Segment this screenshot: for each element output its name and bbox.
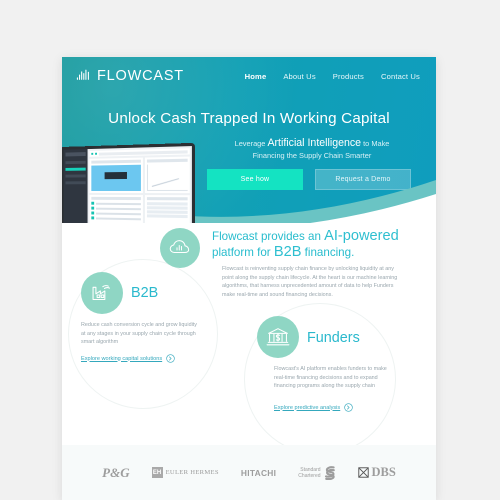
dashboard-table-row bbox=[89, 194, 190, 223]
dashboard-sidebar bbox=[63, 149, 88, 223]
dashboard-bar-chart-card bbox=[89, 157, 143, 194]
brand-logo[interactable]: FLOWCAST bbox=[76, 68, 184, 85]
list-line bbox=[96, 212, 141, 215]
table-row bbox=[146, 210, 188, 214]
card-header bbox=[91, 196, 141, 201]
factory-glyph bbox=[92, 285, 111, 301]
card-header bbox=[146, 158, 188, 163]
line-chart bbox=[146, 163, 188, 191]
dashboard-screenshot bbox=[63, 146, 192, 223]
bar-chart bbox=[91, 164, 141, 191]
dashboard-sidebar-item-active bbox=[65, 167, 86, 171]
soundwave-icon bbox=[76, 69, 89, 80]
intro-heading-emphasis1: AI-powered bbox=[324, 228, 399, 244]
status-square-icon bbox=[91, 206, 95, 210]
card-header bbox=[146, 197, 188, 201]
hero-subheadline: Leverage Artificial Intelligence to Make… bbox=[208, 137, 416, 161]
dashboard-dot-icon bbox=[95, 152, 97, 155]
arrow-right-circle-icon bbox=[166, 354, 175, 363]
standard-chartered-mark-icon bbox=[324, 465, 335, 480]
hero-sub-lead: Leverage bbox=[234, 139, 268, 148]
nav-links: Home About Us Products Contact Us bbox=[245, 72, 420, 81]
list-line bbox=[96, 216, 141, 220]
partner-logo-bar: P&G EH EULER HERMES HITACHI Standard Cha… bbox=[62, 445, 436, 500]
sc-line2: Chartered bbox=[298, 472, 321, 479]
card-header bbox=[91, 159, 141, 164]
dashboard-table-card bbox=[144, 195, 190, 223]
hero-headline: Unlock Cash Trapped In Working Capital bbox=[108, 110, 390, 127]
list-line bbox=[96, 207, 141, 210]
dashboard-sidebar-logo bbox=[65, 152, 86, 157]
euler-hermes-logo-text: EULER HERMES bbox=[165, 469, 219, 476]
hero-sub-line2: Financing the Supply Chain Smarter bbox=[252, 150, 372, 160]
euler-hermes-mark-icon: EH bbox=[151, 467, 163, 478]
brand-name: FLOWCAST bbox=[97, 68, 184, 84]
cloud-analytics-icon bbox=[160, 228, 200, 268]
partner-logo-euler-hermes: EH EULER HERMES bbox=[151, 467, 219, 478]
hitachi-logo-text: HITACHI bbox=[240, 467, 277, 478]
hero-sub-tail: to Make bbox=[361, 139, 390, 148]
dashboard-main bbox=[87, 146, 192, 223]
dashboard-sidebar-item bbox=[65, 160, 86, 165]
dashboard-topbar bbox=[89, 148, 190, 157]
cloud-analytics-glyph bbox=[169, 240, 190, 254]
partner-logo-hitachi: HITACHI bbox=[241, 468, 276, 478]
table-row bbox=[146, 202, 188, 206]
table-row bbox=[146, 206, 188, 210]
dashboard-sidebar-item bbox=[65, 181, 86, 185]
standard-chartered-logo-text: Standard Chartered bbox=[298, 467, 320, 479]
intro-body-text: Flowcast is reinventing supply chain fin… bbox=[222, 266, 398, 298]
status-square-icon bbox=[91, 211, 95, 215]
dashboard-sidebar-item bbox=[65, 174, 86, 178]
intro-heading-part2: platform for bbox=[212, 245, 274, 259]
pg-logo-text: P&G bbox=[102, 464, 130, 480]
factory-icon bbox=[81, 272, 123, 314]
dashboard-search-bar bbox=[98, 149, 188, 156]
dbs-mark-icon bbox=[357, 467, 369, 478]
funders-link-label: Explore predictive analysis bbox=[274, 404, 341, 411]
funders-title: Funders bbox=[307, 330, 360, 346]
nav-item-products[interactable]: Products bbox=[333, 72, 364, 81]
sc-line1: Standard bbox=[300, 466, 321, 473]
partner-logo-dbs: DBS bbox=[357, 465, 396, 480]
landing-page-card: FLOWCAST Home About Us Products Contact … bbox=[62, 57, 436, 500]
funders-explore-link[interactable]: Explore predictive analysis bbox=[274, 403, 353, 412]
bank-dollar-glyph bbox=[266, 328, 290, 346]
nav-item-home[interactable]: Home bbox=[245, 72, 267, 81]
list-item bbox=[91, 211, 141, 216]
list-item bbox=[91, 216, 141, 220]
status-square-icon bbox=[91, 201, 95, 205]
nav-item-about-us[interactable]: About Us bbox=[283, 72, 315, 81]
dbs-logo-text: DBS bbox=[371, 465, 396, 479]
funders-body-text: Flowcast's AI platform enables funders t… bbox=[274, 366, 387, 390]
table-row bbox=[146, 214, 188, 218]
top-navigation-bar: FLOWCAST Home About Us Products Contact … bbox=[62, 57, 436, 95]
b2b-explore-link[interactable]: Explore working capital solutions bbox=[81, 354, 175, 363]
hero-section: FLOWCAST Home About Us Products Contact … bbox=[62, 57, 436, 223]
b2b-title: B2B bbox=[131, 285, 159, 301]
arrow-right-circle-icon bbox=[344, 403, 353, 412]
laptop-mockup bbox=[62, 142, 205, 223]
hero-sub-emphasis: Artificial Intelligence bbox=[267, 137, 362, 149]
b2b-body-text: Reduce cash conversion cycle and grow li… bbox=[81, 322, 197, 346]
list-line bbox=[96, 202, 141, 205]
dashboard-dot-icon bbox=[91, 152, 94, 155]
intro-heading: Flowcast provides an AI-powered platform… bbox=[212, 228, 412, 260]
partner-logo-pg: P&G bbox=[102, 465, 129, 481]
status-square-icon bbox=[91, 216, 95, 220]
dashboard-line-chart-card bbox=[144, 156, 190, 194]
dashboard-chart-row bbox=[89, 156, 190, 194]
list-item bbox=[91, 206, 141, 211]
nav-item-contact-us[interactable]: Contact Us bbox=[381, 72, 420, 81]
intro-heading-emphasis2: B2B bbox=[273, 243, 302, 260]
list-item bbox=[91, 201, 141, 205]
laptop-screen bbox=[62, 142, 196, 223]
partner-logo-standard-chartered: Standard Chartered bbox=[298, 465, 335, 480]
dashboard-list-card bbox=[89, 194, 143, 223]
b2b-link-label: Explore working capital solutions bbox=[81, 355, 163, 362]
intro-heading-part1: Flowcast provides an bbox=[212, 230, 325, 243]
main-content-section: Flowcast provides an AI-powered platform… bbox=[62, 223, 436, 455]
intro-heading-part3: financing. bbox=[301, 245, 355, 259]
bank-dollar-icon bbox=[257, 316, 299, 358]
